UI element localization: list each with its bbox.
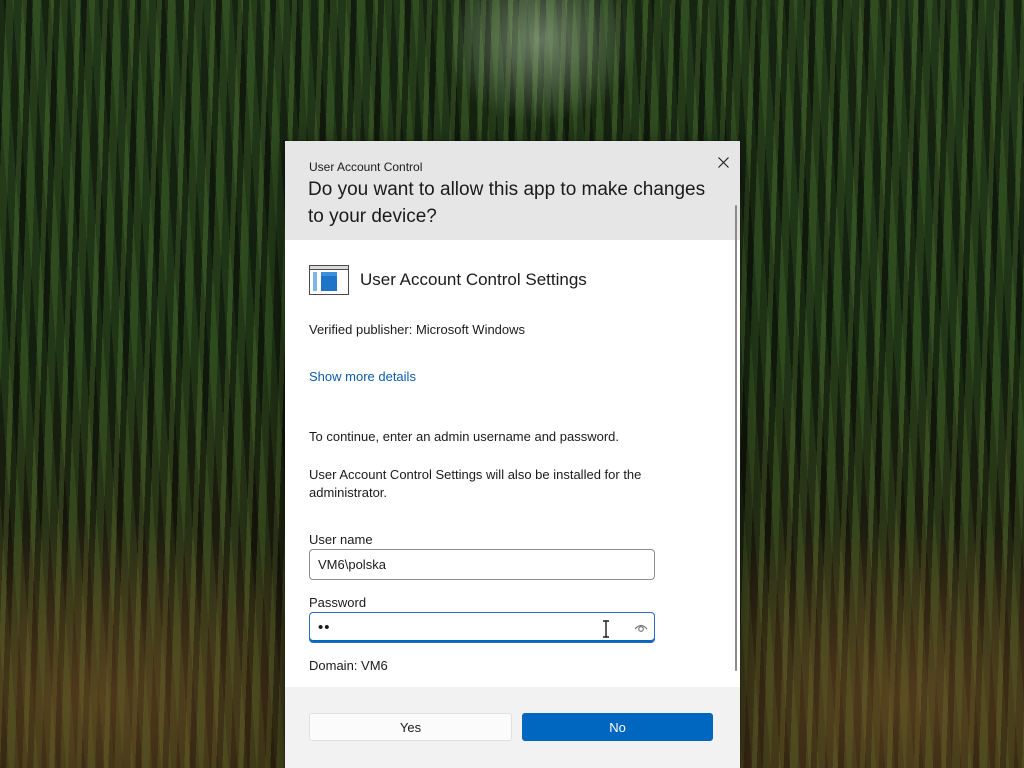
dialog-footer: Yes No	[285, 687, 740, 768]
uac-dialog: User Account Control Do you want to allo…	[285, 141, 740, 768]
dialog-question: Do you want to allow this app to make ch…	[308, 179, 706, 227]
app-name: User Account Control Settings	[360, 270, 587, 289]
password-field-box	[309, 612, 655, 643]
dialog-caption: User Account Control	[309, 160, 423, 174]
close-button[interactable]	[710, 149, 736, 175]
yes-button[interactable]: Yes	[309, 713, 512, 741]
verified-publisher: Verified publisher: Microsoft Windows	[309, 322, 526, 337]
show-more-details-link[interactable]: Show more details	[309, 369, 416, 384]
domain-text: Domain: VM6	[309, 658, 388, 673]
eye-icon[interactable]	[634, 622, 648, 634]
install-note: User Account Control Settings will also …	[309, 467, 642, 500]
uac-settings-window-icon	[309, 265, 349, 295]
instructions-text: To continue, enter an admin username and…	[309, 429, 620, 444]
username-label: User name	[309, 532, 373, 547]
close-icon	[717, 156, 729, 168]
dialog-header: User Account Control Do you want to allo…	[285, 141, 740, 240]
text-cursor-icon	[603, 620, 609, 638]
app-info: User Account Control Settings	[309, 265, 587, 295]
scrollbar[interactable]	[735, 205, 737, 671]
username-input[interactable]	[318, 550, 598, 579]
no-button[interactable]: No	[522, 713, 713, 741]
desktop-wallpaper: User Account Control Do you want to allo…	[0, 0, 1024, 768]
password-input[interactable]	[318, 613, 598, 642]
username-field-box	[309, 549, 655, 580]
password-label: Password	[309, 595, 367, 610]
